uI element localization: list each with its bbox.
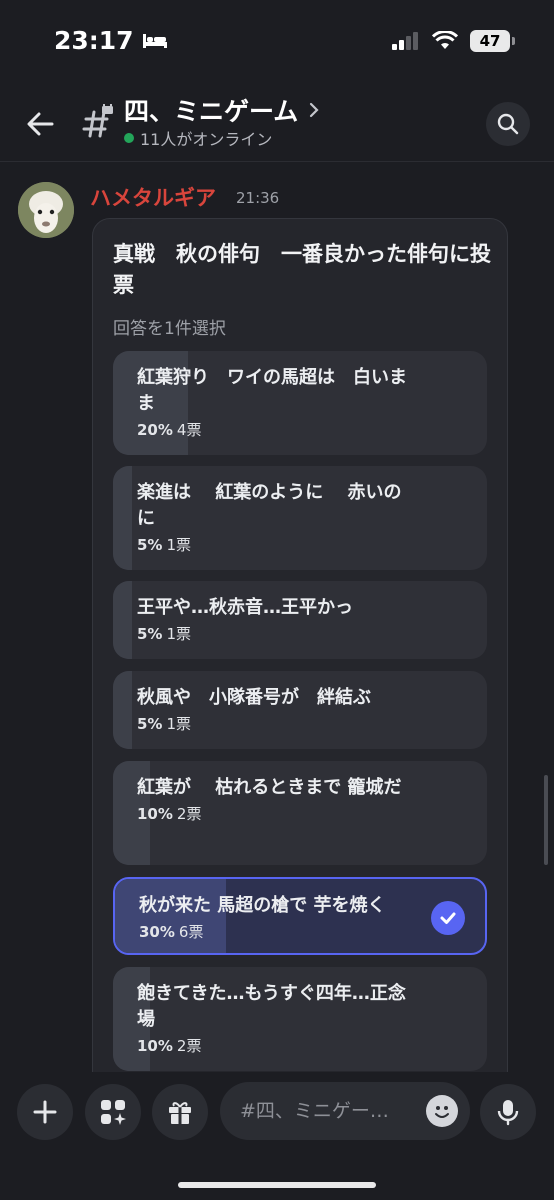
wifi-icon (432, 31, 458, 49)
poll-option-text: 飽きてきた…もうすぐ四年…正念場 (137, 983, 406, 1030)
poll-option-text: 紅葉が 枯れるときまで 籠城だ (137, 777, 402, 798)
microphone-icon (497, 1100, 519, 1126)
poll-option[interactable]: 紅葉が 枯れるときまで 籠城だ 10% 2票 (113, 761, 487, 865)
emoji-button[interactable] (426, 1095, 458, 1127)
battery-level: 47 (479, 32, 501, 50)
poll-option-text: 紅葉狩り ワイの馬超は 白いまま (137, 367, 407, 414)
poll-option-percent: 5% (137, 625, 163, 643)
poll-option-votes: 1票 (166, 715, 192, 733)
status-indicators: 47 (392, 30, 515, 52)
poll-option-result: 10% 2票 (113, 1033, 487, 1056)
scrollbar[interactable] (544, 775, 548, 865)
poll-option-text: 秋風や 小隊番号が 絆結ぶ (137, 687, 371, 708)
avatar[interactable] (18, 182, 74, 238)
sleep-bed-icon (142, 33, 167, 48)
poll-option-percent: 30% (139, 923, 175, 941)
poll-option-percent: 10% (137, 1037, 173, 1055)
poll-option-percent: 5% (137, 536, 163, 554)
online-count: 11人がオンライン (140, 130, 273, 149)
message-author[interactable]: ハメタルギア (90, 182, 216, 212)
message-timestamp: 21:36 (236, 189, 280, 207)
gift-icon (169, 1102, 191, 1124)
poll-option-result: 30% 6票 (115, 919, 485, 942)
poll-option-votes: 4票 (176, 421, 202, 439)
poll-option-selected[interactable]: 秋が来た 馬超の槍で 芋を焼く 30% 6票 (113, 877, 487, 955)
search-button[interactable] (486, 102, 530, 146)
plus-icon (33, 1100, 57, 1124)
voice-message-button[interactable] (480, 1084, 536, 1140)
composer-bar (0, 1072, 554, 1200)
message-input[interactable] (240, 1082, 420, 1140)
message-input-container[interactable] (220, 1082, 470, 1140)
status-time: 23:17 (54, 26, 168, 55)
poll-option[interactable]: 飽きてきた…もうすぐ四年…正念場 10% 2票 (113, 967, 487, 1071)
status-bar: 23:17 47 (0, 0, 554, 84)
poll-option-result: 5% 1票 (113, 621, 487, 644)
poll-option[interactable]: 楽進は 紅葉のように 赤いのに 5% 1票 (113, 466, 487, 570)
clock-text: 23:17 (54, 26, 134, 55)
poll-option-votes: 6票 (178, 923, 204, 941)
poll-option[interactable]: 秋風や 小隊番号が 絆結ぶ 5% 1票 (113, 671, 487, 749)
poll-option-result: 5% 1票 (113, 711, 487, 734)
chevron-right-icon (310, 102, 319, 118)
selected-check-icon (431, 901, 465, 935)
apps-button[interactable] (85, 1084, 141, 1140)
online-dot-icon (124, 133, 134, 143)
poll-option[interactable]: 紅葉狩り ワイの馬超は 白いまま 20% 4票 (113, 351, 487, 455)
apps-sparkle-icon (101, 1100, 126, 1125)
battery-icon: 47 (470, 30, 515, 52)
poll-option-votes: 1票 (166, 536, 192, 554)
poll-option-result: 10% 2票 (113, 801, 487, 824)
alpaca-avatar-icon (18, 182, 74, 238)
add-button[interactable] (17, 1084, 73, 1140)
gift-button[interactable] (152, 1084, 208, 1140)
poll-option-percent: 20% (137, 421, 173, 439)
poll-option-votes: 2票 (176, 805, 202, 823)
channel-name: 四、ミニゲーム (124, 97, 299, 126)
poll-option-percent: 10% (137, 805, 173, 823)
online-status: 11人がオンライン (124, 126, 272, 150)
emoji-icon (435, 1106, 449, 1118)
poll-option-text: 王平や…秋赤音…王平かっ (137, 597, 353, 618)
poll-option-result: 20% 4票 (113, 417, 487, 440)
poll-question: 真戦 秋の俳句 一番良かった俳句に投票 (113, 242, 491, 297)
poll-card: 真戦 秋の俳句 一番良かった俳句に投票 回答を1件選択 紅葉狩り ワイの馬超は … (92, 218, 508, 1118)
poll-option-text: 秋が来た 馬超の槍で 芋を焼く (139, 895, 386, 916)
poll-option[interactable]: 王平や…秋赤音…王平かっ 5% 1票 (113, 581, 487, 659)
poll-option-result: 5% 1票 (113, 532, 487, 555)
poll-hint: 回答を1件選択 (113, 319, 226, 339)
locked-channel-hash-icon (82, 104, 113, 138)
back-arrow-icon[interactable] (24, 108, 56, 140)
poll-option-votes: 2票 (176, 1037, 202, 1055)
channel-header: 四、ミニゲーム 11人がオンライン (0, 84, 554, 162)
channel-title[interactable]: 四、ミニゲーム (124, 92, 320, 128)
search-icon (497, 113, 519, 135)
poll-option-percent: 5% (137, 715, 163, 733)
poll-option-text: 楽進は 紅葉のように 赤いのに (137, 482, 402, 529)
home-indicator[interactable] (178, 1182, 376, 1188)
signal-icon (392, 32, 418, 50)
poll-option-votes: 1票 (166, 625, 192, 643)
